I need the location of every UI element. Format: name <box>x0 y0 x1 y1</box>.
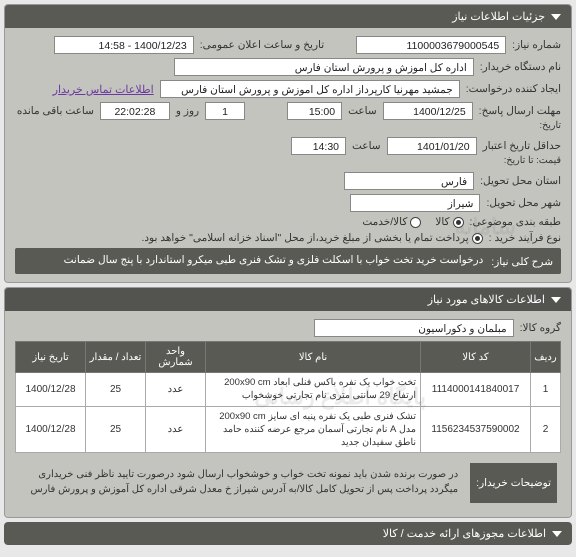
deadline-date: 1400/12/25 <box>383 102 473 120</box>
chevron-down-icon <box>552 531 562 537</box>
radio-service[interactable]: کالا/خدمت <box>362 216 421 228</box>
province-label: استان محل تحویل: <box>480 175 561 187</box>
col-qty: تعداد / مقدار <box>86 342 146 373</box>
need-no-value: 1100003679000545 <box>356 36 506 54</box>
radio-checked-icon <box>472 233 483 244</box>
days-and-label: روز و <box>176 105 199 117</box>
announce-label: تاریخ و ساعت اعلان عمومی: <box>200 39 324 51</box>
goods-panel-title: اطلاعات کالاهای مورد نیاز <box>428 293 545 306</box>
need-no-label: شماره نیاز: <box>512 39 561 51</box>
contact-link[interactable]: اطلاعات تماس خریدار <box>53 83 154 96</box>
summary-text: درخواست خرید تخت خواب با اسکلت فلزی و تش… <box>64 254 484 266</box>
buyer-org-value: اداره کل اموزش و پرورش استان فارس <box>174 58 474 76</box>
summary-label: شرح کلی نیاز: <box>491 254 553 268</box>
process-note: پرداخت تمام یا بخشی از مبلغ خرید،از محل … <box>141 232 468 244</box>
goods-info-header[interactable]: اطلاعات کالاهای مورد نیاز <box>5 288 571 311</box>
permits-title: اطلاعات مجوزهای ارائه خدمت / کالا <box>383 527 546 540</box>
city-value: شیراز <box>350 194 480 212</box>
group-label: گروه کالا: <box>520 322 561 334</box>
validity-sublabel: قیمت: تا تاریخ: <box>504 155 561 166</box>
deadline-time: 15:00 <box>287 102 342 120</box>
radio-goods-label: کالا <box>435 216 449 228</box>
table-row: 21156234537590002تشک فنری طبی یک نفره پن… <box>16 406 561 453</box>
need-details-header[interactable]: جزئیات اطلاعات نیاز <box>5 5 571 28</box>
classification-radio-group: کالا کالا/خدمت <box>362 216 463 228</box>
col-date: تاریخ نیاز <box>16 342 86 373</box>
deadline-sublabel: تاریخ: <box>539 120 561 131</box>
cell-qty: 25 <box>86 406 146 453</box>
validity-time: 14:30 <box>291 137 346 155</box>
col-row: ردیف <box>531 342 561 373</box>
process-label: نوع فرآیند خرید : <box>489 232 561 244</box>
explain-text: در صورت برنده شدن باید نمونه تخت خواب و … <box>19 463 462 501</box>
cell-date: 1400/12/28 <box>16 406 86 453</box>
cell-unit: عدد <box>146 406 206 453</box>
cell-unit: عدد <box>146 373 206 407</box>
panel-title: جزئیات اطلاعات نیاز <box>452 10 545 23</box>
chevron-down-icon <box>551 297 561 303</box>
cell-qty: 25 <box>86 373 146 407</box>
cell-idx: 2 <box>531 406 561 453</box>
validity-date: 1401/01/20 <box>387 137 477 155</box>
class-label: طبقه بندی موضوعی: <box>470 216 561 228</box>
buyer-org-label: نام دستگاه خریدار: <box>480 61 561 73</box>
permits-header[interactable]: اطلاعات مجوزهای ارائه خدمت / کالا <box>4 522 572 545</box>
cell-code: 1114000141840017 <box>421 373 531 407</box>
validity-label: حداقل تاریخ اعتبار <box>483 140 561 152</box>
city-label: شهر محل تحویل: <box>486 197 561 209</box>
process-radio[interactable]: پرداخت تمام یا بخشی از مبلغ خرید،از محل … <box>141 232 482 244</box>
cell-code: 1156234537590002 <box>421 406 531 453</box>
summary-block: شرح کلی نیاز: درخواست خرید تخت خواب با ا… <box>15 248 561 274</box>
col-code: کد کالا <box>421 342 531 373</box>
table-row: 11114000141840017تخت خواب یک نفره باکس ف… <box>16 373 561 407</box>
time-remaining: 22:02:28 <box>100 102 170 120</box>
time-label-2: ساعت <box>352 140 381 152</box>
province-value: فارس <box>344 172 474 190</box>
cell-date: 1400/12/28 <box>16 373 86 407</box>
radio-service-label: کالا/خدمت <box>362 216 407 228</box>
cell-name: تخت خواب یک نفره باکس فنلی ابعاد 200x90 … <box>206 373 421 407</box>
chevron-down-icon <box>551 14 561 20</box>
explain-label: توضیحات خریدار: <box>470 463 557 503</box>
creator-label: ایجاد کننده درخواست: <box>466 83 561 95</box>
time-label-1: ساعت <box>348 105 377 117</box>
cell-name: تشک فنری طبی یک نفره پنبه ای سایز 200x90… <box>206 406 421 453</box>
col-unit: واحد شمارش <box>146 342 206 373</box>
announce-value: 1400/12/23 - 14:58 <box>54 36 194 54</box>
creator-value: جمشید مهرنیا کارپرداز اداره کل اموزش و پ… <box>160 80 460 98</box>
radio-goods[interactable]: کالا <box>435 216 463 228</box>
group-value: مبلمان و دکوراسیون <box>314 319 514 337</box>
need-details-panel: جزئیات اطلاعات نیاز شماره نیاز: 11000036… <box>4 4 572 283</box>
remaining-label: ساعت باقی مانده <box>17 105 94 117</box>
col-name: نام کالا <box>206 342 421 373</box>
days-remaining: 1 <box>205 102 245 120</box>
cell-idx: 1 <box>531 373 561 407</box>
radio-unchecked-icon <box>410 217 421 228</box>
goods-info-panel: اطلاعات کالاهای مورد نیاز گروه کالا: مبل… <box>4 287 572 518</box>
items-table: ردیف کد کالا نام کالا واحد شمارش تعداد /… <box>15 341 561 453</box>
buyer-explain-row: توضیحات خریدار: در صورت برنده شدن باید ن… <box>15 457 561 509</box>
radio-checked-icon <box>453 217 464 228</box>
deadline-label: مهلت ارسال پاسخ: <box>479 105 561 117</box>
